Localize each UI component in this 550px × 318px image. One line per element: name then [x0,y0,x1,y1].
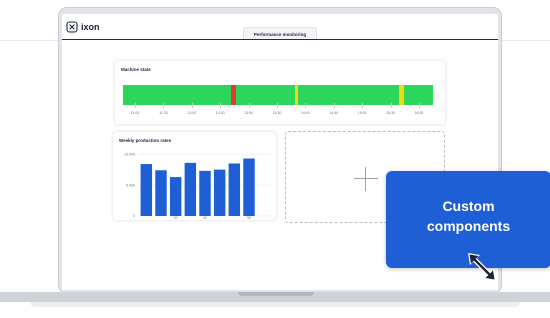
timeline-time-label: 12:00 [187,111,197,115]
chart-bar[interactable] [199,170,211,216]
diagonal-resize-arrow-icon[interactable] [465,250,499,284]
timeline-tick [220,103,222,108]
timeline-segment-running[interactable] [298,85,399,105]
timeline-time-label: 16:00 [414,111,424,115]
timeline-tick [390,103,392,108]
laptop-notch [238,292,314,296]
timeline-time-label: 13:00 [244,111,253,115]
chart-bar[interactable] [184,162,197,216]
chart-bar[interactable] [213,169,226,216]
timeline-segment-running[interactable] [123,85,231,105]
machine-state-timeline[interactable] [123,85,433,105]
chart-y-tick-label: 0 [133,214,135,218]
callout-line-2: components [426,218,511,234]
ixon-logo-icon [66,21,78,33]
laptop-base-shadow [30,302,520,307]
header-divider [62,39,498,40]
timeline-segment-running[interactable] [236,85,296,105]
timeline-tick [305,103,307,108]
timeline-segment-running[interactable] [403,85,433,105]
timeline-tick [333,103,335,108]
chart-x-tick-label: 40 [203,216,207,220]
chart-bar[interactable] [155,170,167,216]
timeline-time-label: 14:00 [301,111,310,115]
chart-x-tick-label: 50 [247,216,251,220]
chart-bar[interactable] [140,164,153,216]
brand-name: ixon [81,22,100,32]
timeline-time-label: 14:30 [329,111,339,115]
app-header: ixon Performance monitoring [62,14,498,40]
timeline-tick [419,103,420,108]
page: ixon Performance monitoring Machine stat… [0,0,550,318]
chart-y-tick-label: 10.000 [124,152,135,156]
timeline-tick [277,103,278,108]
timeline-time-label: 13:30 [272,111,282,115]
timeline-tick [248,103,250,108]
timeline-time-label: 15:00 [357,111,367,115]
brand-logo[interactable]: ixon [66,21,100,33]
divider-right [498,40,550,41]
machine-state-title: Machine state [121,67,151,72]
chart-y-tick-label: 5.000 [126,183,135,187]
machine-state-card[interactable]: Machine state 11:00 11:30 12:00 12:30 13:00 1… [115,61,445,124]
timeline-tick [362,103,364,108]
timeline-time-label: 11:30 [159,111,168,115]
divider-left [0,40,60,41]
timeline-tick [191,103,193,108]
plus-icon[interactable] [354,167,378,191]
timeline-time-label: 11:00 [130,111,140,115]
chart-bar[interactable] [169,177,182,216]
timeline-time-label: 12:30 [215,111,225,115]
chart-bar[interactable] [228,163,241,216]
chart-bar[interactable] [243,158,255,216]
chart-x-tick-label: 30 [174,216,178,220]
timeline-time-label: 15:30 [386,111,395,115]
timeline-tick [163,103,165,108]
timeline-tick [135,103,136,108]
weekly-production-card[interactable]: Weekly production rates 0 5.000 10.000 30 40… [113,132,276,220]
callout-line-1: Custom [442,198,495,214]
weekly-production-chart: 0 5.000 10.000 30 40 50 [124,152,271,220]
